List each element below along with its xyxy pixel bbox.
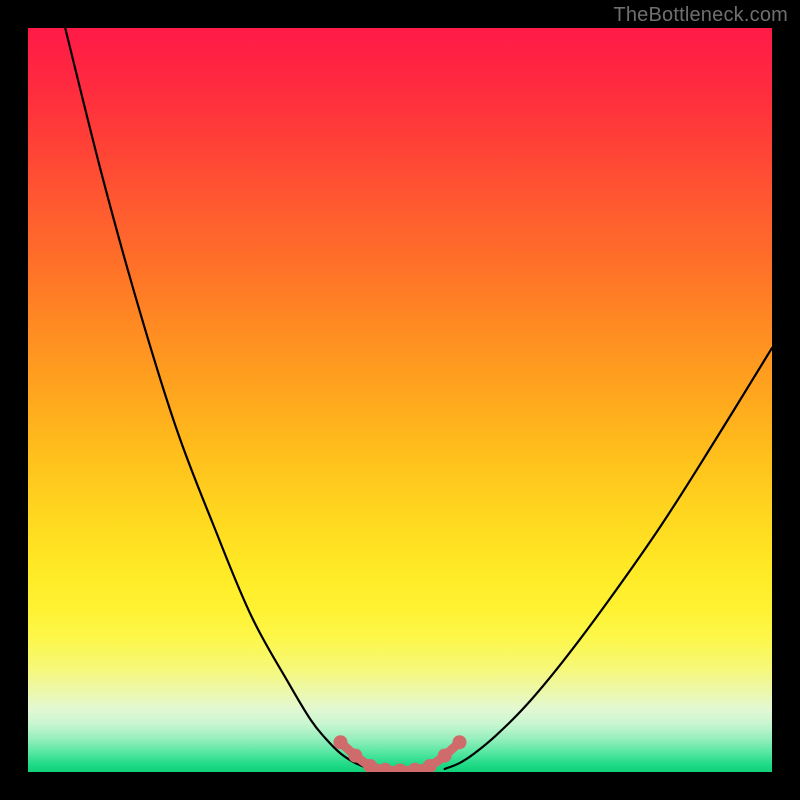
bottom-dot	[378, 763, 392, 772]
chart-plot-area	[28, 28, 772, 772]
bottom-dot	[408, 763, 422, 772]
chart-frame: TheBottleneck.com	[0, 0, 800, 800]
bottom-dot-cluster	[333, 735, 466, 772]
bottom-dot	[453, 735, 467, 749]
bottom-dot	[438, 749, 452, 763]
bottom-dot	[348, 749, 362, 763]
bottom-dot	[393, 764, 407, 772]
bottom-dot	[333, 735, 347, 749]
curve-left	[65, 28, 370, 769]
chart-svg	[28, 28, 772, 772]
curve-right	[445, 348, 772, 769]
watermark-text: TheBottleneck.com	[613, 4, 788, 27]
